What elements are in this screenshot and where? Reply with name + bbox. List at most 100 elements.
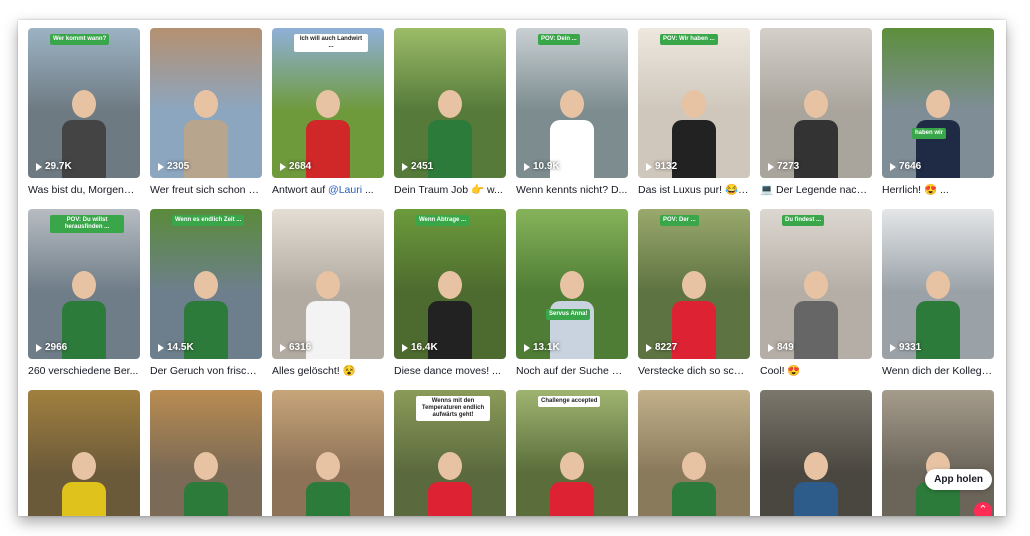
video-caption[interactable]: Dein Traum Job 👉 w...: [394, 183, 506, 197]
video-card[interactable]: Wenn Abtrage ... 16.4K Diese dance moves! …: [394, 209, 506, 378]
video-caption[interactable]: Verstecke dich so schn...: [638, 364, 750, 378]
video-thumbnail[interactable]: POV: Der ... 8227: [638, 209, 750, 359]
video-caption[interactable]: Alles gelöscht! 😵: [272, 364, 384, 378]
play-icon: [280, 162, 286, 171]
video-thumbnail[interactable]: POV: Wir haben ... 9132: [638, 28, 750, 178]
video-caption[interactable]: Cool! 😍: [760, 364, 872, 378]
video-thumbnail[interactable]: 6316: [272, 209, 384, 359]
video-thumbnail[interactable]: Wenn es endlich Zeit ... 14.5K: [150, 209, 262, 359]
video-caption[interactable]: Diese dance moves! ...: [394, 364, 506, 378]
video-caption[interactable]: Wenn dich der Kollege...: [882, 364, 994, 378]
video-thumbnail[interactable]: 7273: [760, 28, 872, 178]
video-thumbnail[interactable]: POV: Du willst herausfinden ... 2966: [28, 209, 140, 359]
person-figure: [672, 482, 716, 516]
video-caption[interactable]: Herrlich! 😍 ...: [882, 183, 994, 197]
mention-link[interactable]: @Lauri: [328, 184, 362, 196]
video-caption[interactable]: Antwort auf @Lauri ...: [272, 183, 384, 197]
view-count: 2684: [280, 161, 311, 172]
video-thumbnail[interactable]: [272, 390, 384, 516]
video-caption[interactable]: Noch auf der Suche na...: [516, 364, 628, 378]
view-count-value: 16.4K: [411, 342, 438, 353]
play-icon: [768, 162, 774, 171]
video-caption[interactable]: Wenn kennts nicht? D...: [516, 183, 628, 197]
video-card[interactable]: Ein Tag als Betriebshelferin: [882, 390, 994, 516]
get-app-button[interactable]: App holen: [925, 469, 992, 490]
person-figure: [916, 301, 960, 359]
video-thumbnail[interactable]: 2305: [150, 28, 262, 178]
video-grid-window: Wer kommt wann? 29.7K Was bist du, Morgenm…: [18, 20, 1006, 516]
play-icon: [158, 343, 164, 352]
video-card[interactable]: Challenge accepted: [516, 390, 628, 516]
video-card[interactable]: POV: Der ... 8227 Verstecke dich so schn..…: [638, 209, 750, 378]
video-thumbnail[interactable]: Ich will auch Landwirt ... 2684: [272, 28, 384, 178]
video-card[interactable]: [272, 390, 384, 516]
video-caption[interactable]: 💻 Der Legende nach ...: [760, 183, 872, 197]
video-caption[interactable]: Der Geruch von frisch ...: [150, 364, 262, 378]
video-card[interactable]: [28, 390, 140, 516]
video-card[interactable]: [150, 390, 262, 516]
video-thumbnail[interactable]: 9331: [882, 209, 994, 359]
video-card[interactable]: POV: Du willst herausfinden ... 2966 260 v…: [28, 209, 140, 378]
person-head: [560, 452, 584, 480]
video-caption[interactable]: 260 verschiedene Ber...: [28, 364, 140, 378]
video-thumbnail[interactable]: 2451: [394, 28, 506, 178]
view-count: 9132: [646, 161, 677, 172]
video-overlay-text: Wenns mit den Temperaturen endlich aufwä…: [416, 396, 490, 421]
person-figure: [794, 482, 838, 516]
person-head: [804, 271, 828, 299]
video-thumbnail[interactable]: Ein Tag als Betriebshelferin: [882, 390, 994, 516]
video-thumbnail[interactable]: haben wir 7646: [882, 28, 994, 178]
video-caption[interactable]: Das ist Luxus pur! 😂😂: [638, 183, 750, 197]
video-thumbnail[interactable]: Ein Tag als Betriebshelferin: [760, 390, 872, 516]
video-thumbnail[interactable]: Wer kommt wann? 29.7K: [28, 28, 140, 178]
person-figure: [794, 301, 838, 359]
play-icon: [158, 162, 164, 171]
video-card[interactable]: passatn Job: [638, 390, 750, 516]
video-overlay-text: Servus Anna!: [546, 309, 591, 320]
video-thumbnail[interactable]: [150, 390, 262, 516]
video-thumbnail[interactable]: passatn Job: [638, 390, 750, 516]
scroll-up-icon[interactable]: ⌃: [974, 502, 992, 516]
video-card[interactable]: 6316 Alles gelöscht! 😵: [272, 209, 384, 378]
view-count: 13.1K: [524, 342, 560, 353]
view-count: 2966: [36, 342, 67, 353]
play-icon: [280, 343, 286, 352]
view-count: 849: [768, 342, 794, 353]
video-card[interactable]: Wenn es endlich Zeit ... 14.5K Der Geruch …: [150, 209, 262, 378]
person-figure: [672, 120, 716, 178]
video-card[interactable]: haben wir 7646 Herrlich! 😍 ...: [882, 28, 994, 197]
video-thumbnail[interactable]: POV: Dein ... 10.9K: [516, 28, 628, 178]
video-card[interactable]: Ein Tag als Betriebshelferin: [760, 390, 872, 516]
video-card[interactable]: 7273 💻 Der Legende nach ...: [760, 28, 872, 197]
video-thumbnail[interactable]: Wenns mit den Temperaturen endlich aufwä…: [394, 390, 506, 516]
video-thumbnail[interactable]: Wenn Abtrage ... 16.4K: [394, 209, 506, 359]
video-card[interactable]: POV: Dein ... 10.9K Wenn kennts nicht? D..…: [516, 28, 628, 197]
person-figure: [306, 301, 350, 359]
video-card[interactable]: 2305 Wer freut sich schon a...: [150, 28, 262, 197]
video-card[interactable]: Wenns mit den Temperaturen endlich aufwä…: [394, 390, 506, 516]
video-overlay-text: Du findest ...: [782, 215, 824, 226]
person-head: [804, 90, 828, 118]
video-card[interactable]: 9331 Wenn dich der Kollege...: [882, 209, 994, 378]
person-head: [682, 271, 706, 299]
video-caption[interactable]: Wer freut sich schon a...: [150, 183, 262, 197]
video-overlay-text: POV: Wir haben ...: [660, 34, 718, 45]
video-thumbnail[interactable]: [28, 390, 140, 516]
view-count: 7646: [890, 161, 921, 172]
video-overlay-text: POV: Der ...: [660, 215, 699, 226]
video-overlay-text: Wenn Abtrage ...: [416, 215, 470, 226]
play-icon: [36, 162, 42, 171]
video-card[interactable]: Du findest ... 849 Cool! 😍: [760, 209, 872, 378]
view-count-value: 6316: [289, 342, 312, 353]
video-thumbnail[interactable]: Du findest ... 849: [760, 209, 872, 359]
person-head: [438, 271, 462, 299]
video-card[interactable]: POV: Wir haben ... 9132 Das ist Luxus pur!…: [638, 28, 750, 197]
video-thumbnail[interactable]: Servus Anna! 13.1K: [516, 209, 628, 359]
video-caption[interactable]: Was bist du, Morgenm...: [28, 183, 140, 197]
video-card[interactable]: Servus Anna! 13.1K Noch auf der Suche na..…: [516, 209, 628, 378]
video-thumbnail[interactable]: Challenge accepted: [516, 390, 628, 516]
video-card[interactable]: Wer kommt wann? 29.7K Was bist du, Morgenm…: [28, 28, 140, 197]
video-card[interactable]: 2451 Dein Traum Job 👉 w...: [394, 28, 506, 197]
person-head: [926, 90, 950, 118]
video-card[interactable]: Ich will auch Landwirt ... 2684 Antwort au…: [272, 28, 384, 197]
